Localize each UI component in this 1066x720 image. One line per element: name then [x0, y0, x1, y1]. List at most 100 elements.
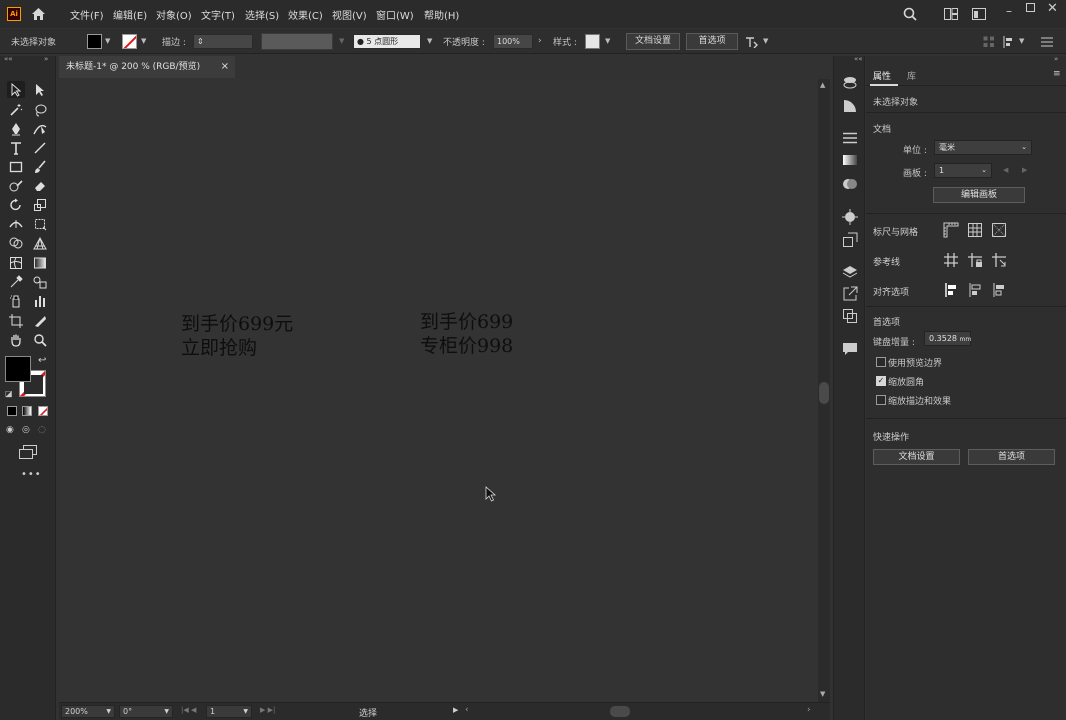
mesh-tool[interactable]	[7, 254, 25, 271]
brush-dropdown-icon[interactable]: ▼	[427, 37, 432, 45]
grid-icon[interactable]	[967, 222, 983, 238]
stroke-panel-icon[interactable]	[842, 132, 858, 144]
curvature-tool[interactable]	[31, 120, 49, 137]
artboard-dropdown-icon[interactable]: ▼	[243, 706, 248, 717]
blend-tool[interactable]	[31, 273, 49, 290]
stroke-dropdown-icon[interactable]: ▼	[141, 37, 146, 45]
units-select[interactable]: 毫米 ⌄	[934, 140, 1032, 155]
appearance-panel-icon[interactable]	[842, 209, 858, 225]
symbol-sprayer-tool[interactable]	[7, 292, 25, 309]
previous-artboard-icon[interactable]: ◀	[1003, 166, 1008, 174]
artboard-tool[interactable]	[7, 312, 25, 329]
align-grid-icon[interactable]	[983, 36, 995, 48]
menu-window[interactable]: 窗口(W)	[376, 7, 414, 22]
document-tab[interactable]: 未标题-1* @ 200 % (RGB/预览) ×	[59, 56, 235, 78]
draw-inside-icon[interactable]: ◌	[38, 425, 46, 435]
keyboard-increment-field[interactable]: 0.3528 mm	[924, 331, 971, 346]
draw-normal-icon[interactable]: ◉	[6, 425, 14, 435]
width-tool[interactable]	[7, 215, 25, 232]
libraries-panel-icon[interactable]	[842, 76, 858, 90]
rotation-dropdown-icon[interactable]: ▼	[164, 706, 169, 717]
collapse-tools-icon[interactable]: ««	[4, 55, 13, 63]
canvas[interactable]: 到手价699元 立即抢购 到手价699 专柜价998	[59, 79, 818, 702]
free-transform-tool[interactable]	[31, 215, 49, 232]
gradient-panel-icon[interactable]	[842, 154, 858, 166]
hand-tool[interactable]	[7, 331, 25, 348]
eyedropper-tool[interactable]	[7, 273, 25, 290]
transparency-panel-icon[interactable]	[842, 176, 858, 192]
selection-tool[interactable]	[7, 81, 25, 98]
status-menu-arrow-icon[interactable]: ▶	[453, 706, 458, 714]
collapse-panel-icon[interactable]: »	[1054, 55, 1058, 63]
minimize-icon[interactable]: –	[1006, 4, 1012, 18]
align-left-icon[interactable]	[1003, 36, 1015, 48]
shape-builder-tool[interactable]	[7, 234, 25, 251]
units-dropdown-icon[interactable]: ⌄	[1021, 141, 1027, 154]
comments-panel-icon[interactable]	[842, 341, 858, 357]
column-graph-tool[interactable]	[31, 292, 49, 309]
scale-strokes-checkbox[interactable]	[876, 395, 886, 405]
magic-wand-tool[interactable]	[7, 101, 25, 118]
hscroll-right-icon[interactable]: ›	[807, 705, 811, 715]
style-dropdown-icon[interactable]: ▼	[605, 37, 610, 45]
graphic-style-swatch[interactable]	[585, 34, 600, 49]
pen-tool[interactable]	[7, 120, 25, 137]
home-icon[interactable]	[31, 7, 46, 21]
opacity-arrow-icon[interactable]: ›	[538, 36, 542, 46]
swap-fill-stroke-icon[interactable]: ↩	[38, 355, 46, 366]
tab-libraries[interactable]: 库	[907, 69, 916, 82]
search-icon[interactable]	[903, 7, 917, 21]
last-artboard-icon[interactable]: ▶ ▶|	[260, 706, 275, 714]
hscroll-left-icon[interactable]: ‹	[465, 705, 469, 715]
fill-swatch[interactable]	[87, 34, 102, 49]
gradient-tool[interactable]	[31, 254, 49, 271]
profile-dropdown-icon[interactable]: ▼	[339, 37, 344, 45]
slice-tool[interactable]	[31, 312, 49, 329]
zoom-tool[interactable]	[31, 331, 49, 348]
stroke-weight-field[interactable]: ⇕	[193, 34, 253, 49]
transparency-grid-icon[interactable]	[991, 222, 1007, 238]
lasso-tool[interactable]	[31, 101, 49, 118]
align-to-selection-icon[interactable]	[943, 282, 959, 298]
smart-guides-icon[interactable]	[991, 252, 1007, 268]
stroke-swatch[interactable]	[122, 34, 137, 49]
artboard-dropdown-icon[interactable]: ⌄	[981, 164, 987, 177]
vertical-scrollbar[interactable]: ▲ ▼	[818, 79, 830, 702]
next-artboard-icon[interactable]: ▶	[1022, 166, 1027, 174]
arrange-icon[interactable]	[745, 36, 759, 48]
panel-options-icon[interactable]: ≡	[1053, 69, 1061, 79]
arrange-documents-icon[interactable]	[944, 8, 958, 20]
menu-view[interactable]: 视图(V)	[332, 7, 367, 22]
stroke-stepper-icon[interactable]: ⇕	[197, 37, 204, 46]
horizontal-scroll-thumb[interactable]	[610, 706, 630, 717]
color-guide-panel-icon[interactable]	[842, 99, 858, 113]
expand-tools-icon[interactable]: »	[44, 55, 48, 63]
rotate-tool[interactable]	[7, 196, 25, 213]
fill-color-box[interactable]	[5, 356, 31, 382]
menu-edit[interactable]: 编辑(E)	[113, 7, 147, 22]
opacity-field[interactable]: 100%	[493, 34, 533, 49]
align-to-artboard-icon[interactable]	[991, 282, 1007, 298]
draw-behind-icon[interactable]: ◎	[22, 425, 30, 435]
artboard-navigator[interactable]: 1 ▼	[206, 705, 252, 718]
lock-guides-icon[interactable]	[967, 252, 983, 268]
edit-toolbar-icon[interactable]: •••	[21, 469, 42, 480]
quick-document-setup-button[interactable]: 文档设置	[873, 449, 960, 465]
menu-help[interactable]: 帮助(H)	[424, 7, 459, 22]
line-segment-tool[interactable]	[31, 139, 49, 156]
menu-select[interactable]: 选择(S)	[245, 7, 279, 22]
shaper-tool[interactable]	[7, 177, 25, 194]
scale-corners-checkbox[interactable]: ✓	[876, 376, 886, 386]
arrange-dropdown-icon[interactable]: ▼	[763, 37, 768, 45]
zoom-dropdown-icon[interactable]: ▼	[106, 706, 111, 717]
menu-effect[interactable]: 效果(C)	[288, 7, 323, 22]
default-colors-icon[interactable]: ◪	[5, 389, 13, 398]
close-icon[interactable]: ✕	[1047, 1, 1058, 16]
text-object-b[interactable]: 到手价699 专柜价998	[420, 310, 513, 358]
panel-menu-icon[interactable]	[1041, 37, 1053, 47]
use-preview-bounds-checkbox[interactable]	[876, 357, 886, 367]
scale-tool[interactable]	[31, 196, 49, 213]
gradient-mode-button[interactable]	[22, 406, 32, 416]
symbols-panel-icon[interactable]	[842, 232, 858, 248]
fill-dropdown-icon[interactable]: ▼	[105, 37, 110, 45]
